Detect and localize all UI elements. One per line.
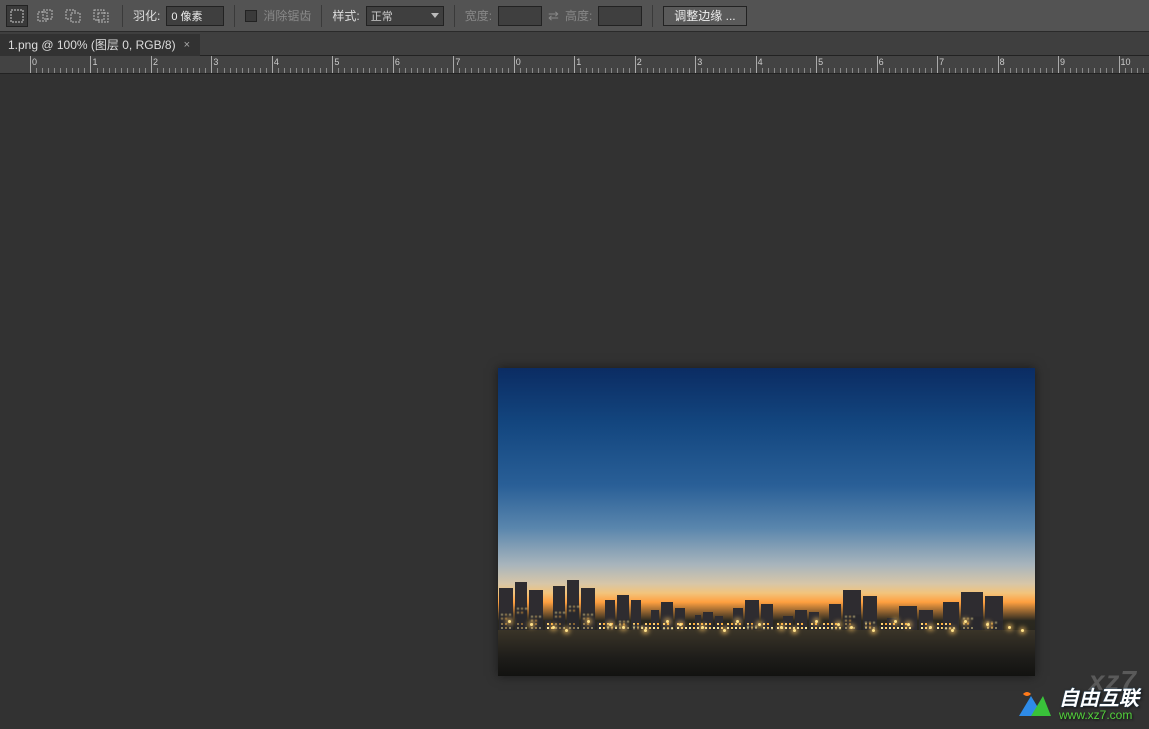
ruler-horizontal: 01234567012345678910: [0, 56, 1149, 74]
selection-add-icon[interactable]: [34, 5, 56, 27]
height-input: [598, 6, 642, 26]
options-bar: 羽化: 消除锯齿 样式: 正常 宽度: ⇄ 高度: 调整边缘 ...: [0, 0, 1149, 32]
style-select[interactable]: 正常: [366, 6, 444, 26]
style-value: 正常: [371, 8, 393, 24]
close-icon[interactable]: ×: [184, 39, 190, 51]
image-water: [498, 630, 1035, 676]
divider: [454, 5, 455, 27]
document-tab-bar: 1.png @ 100% (图层 0, RGB/8) ×: [0, 32, 1149, 56]
style-label: 样式:: [332, 7, 359, 24]
selection-intersect-icon[interactable]: [90, 5, 112, 27]
refine-edge-button[interactable]: 调整边缘 ...: [663, 6, 746, 26]
document-tab-title: 1.png @ 100% (图层 0, RGB/8): [8, 36, 176, 53]
selection-new-icon[interactable]: [6, 5, 28, 27]
height-label: 高度:: [565, 7, 592, 24]
feather-label: 羽化:: [133, 7, 160, 24]
watermark-text: 自由互联 www.xz7.com: [1059, 689, 1139, 721]
divider: [652, 5, 653, 27]
watermark-url: www.xz7.com: [1059, 709, 1139, 721]
canvas-area[interactable]: xz7 自由互联 www.xz7.com: [0, 74, 1149, 729]
antialias-label: 消除锯齿: [263, 7, 311, 24]
canvas-image: [498, 368, 1035, 676]
watermark-logo-icon: [1017, 690, 1053, 720]
feather-input[interactable]: [166, 6, 224, 26]
watermark: 自由互联 www.xz7.com: [1017, 689, 1139, 721]
swap-icon: ⇄: [548, 8, 559, 24]
document-tab[interactable]: 1.png @ 100% (图层 0, RGB/8) ×: [0, 34, 200, 56]
chevron-down-icon: [431, 13, 439, 18]
width-input: [498, 6, 542, 26]
antialias-checkbox: [245, 10, 257, 22]
divider: [234, 5, 235, 27]
width-label: 宽度:: [465, 7, 492, 24]
watermark-title: 自由互联: [1059, 689, 1139, 709]
divider: [321, 5, 322, 27]
selection-subtract-icon[interactable]: [62, 5, 84, 27]
divider: [122, 5, 123, 27]
